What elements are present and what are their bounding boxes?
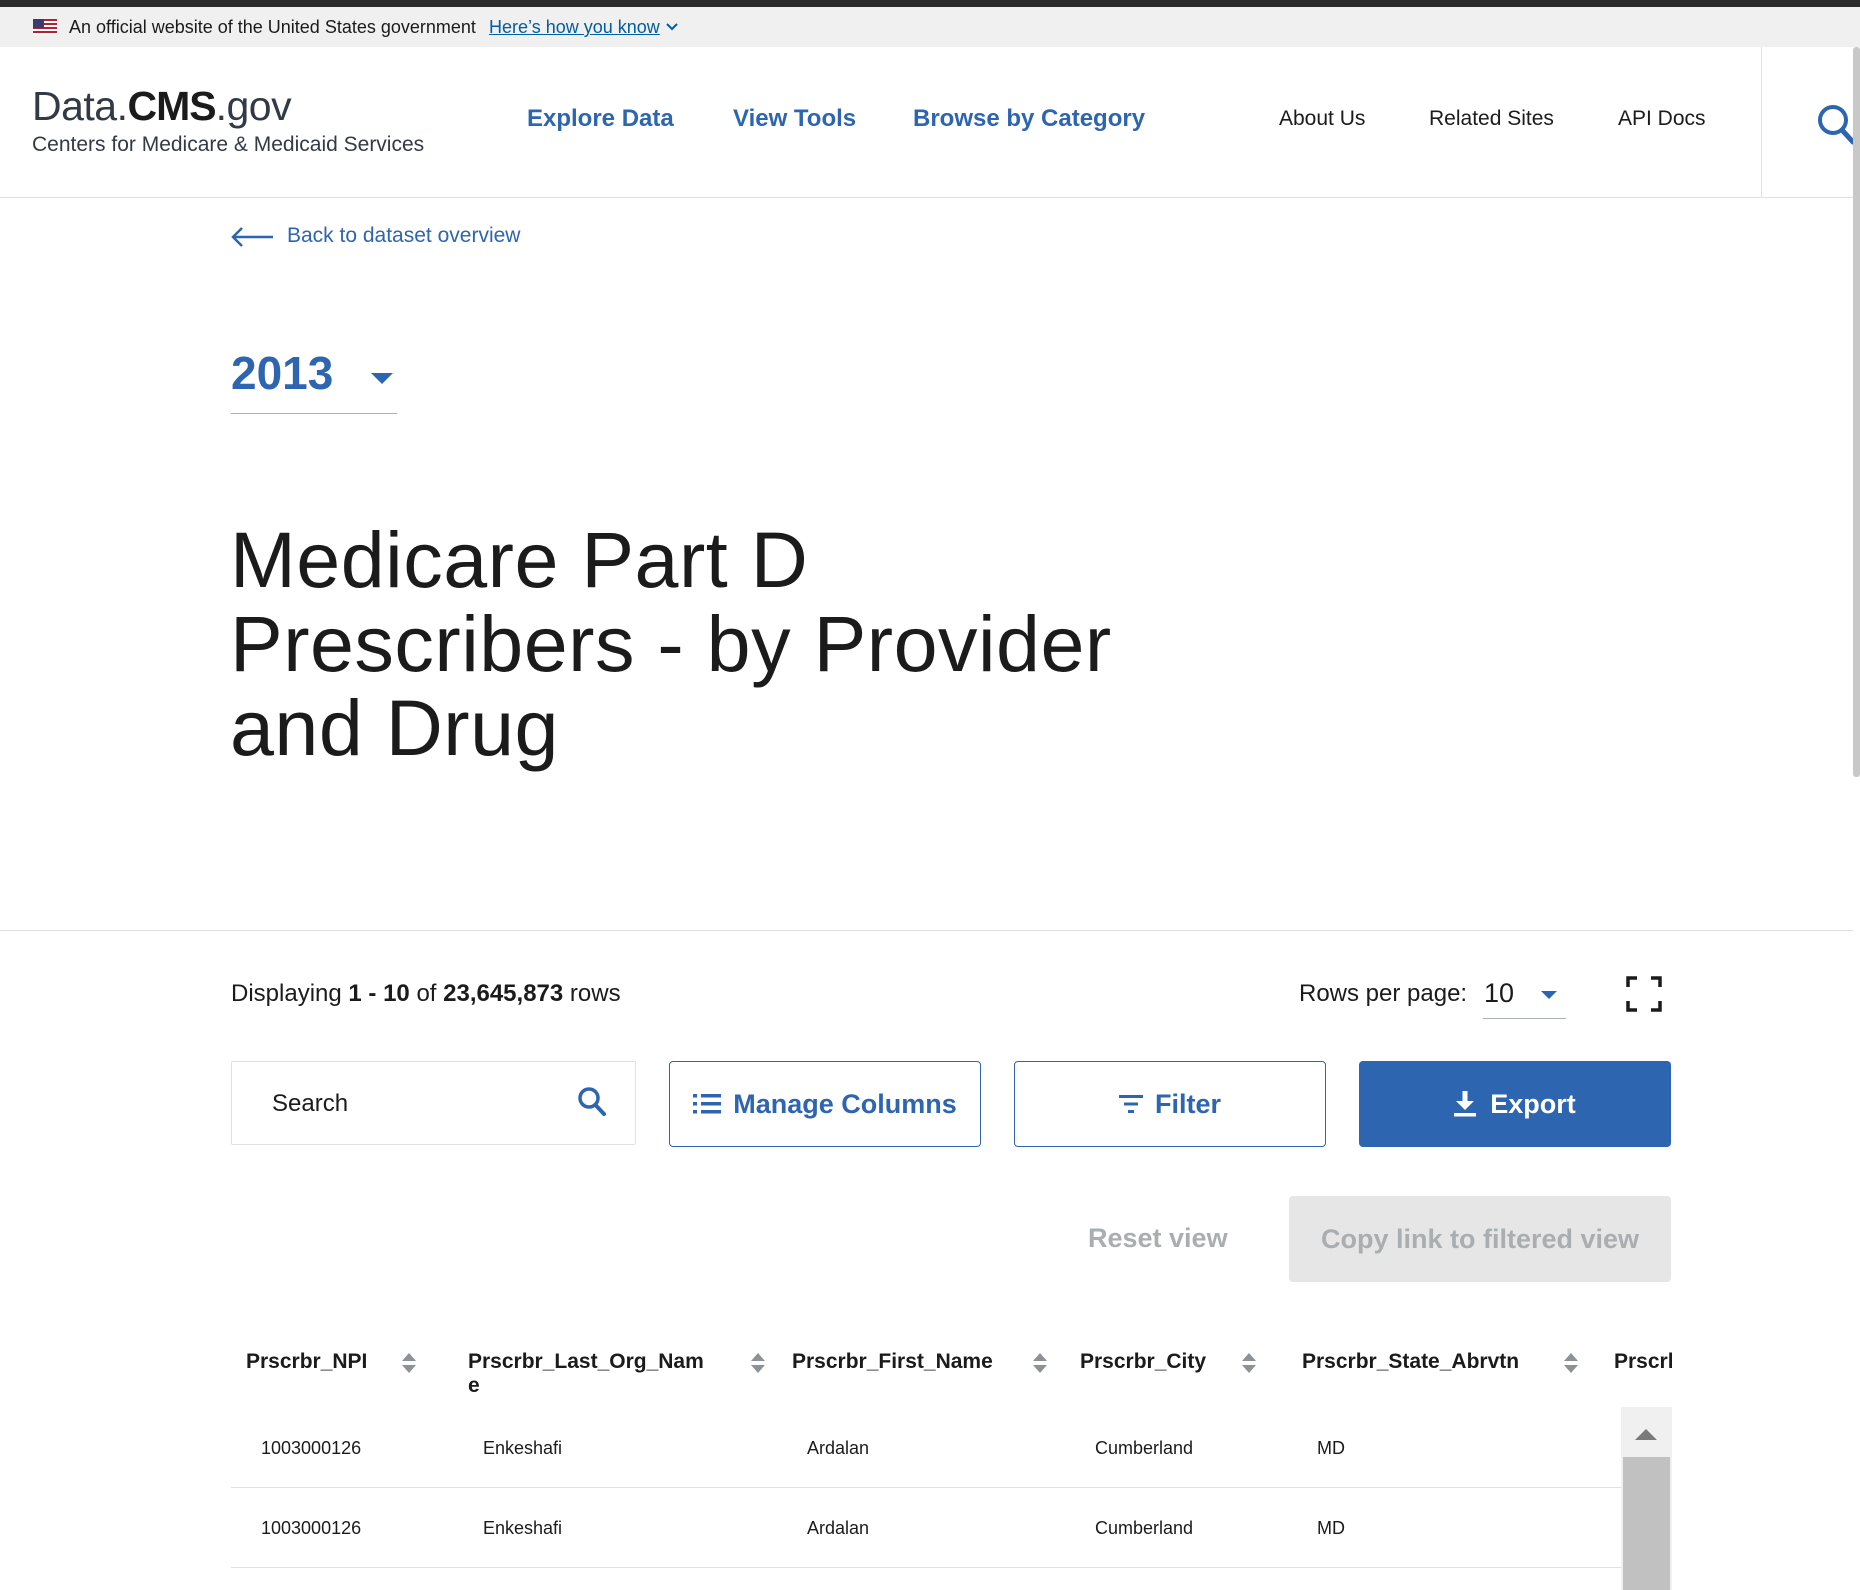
rows-per-page-value: 10 [1484,978,1515,1008]
cell-first-name: Ardalan [807,1518,870,1538]
gov-banner-text: An official website of the United States… [69,17,476,37]
cell-npi: 1003000126 [261,1438,362,1458]
data-table: Prscrbr_NPI Prscrbr_Last_Org_Nam e Prscr… [231,1330,1672,1590]
gov-banner: An official website of the United States… [0,7,1860,47]
logo-text-data: Data. [32,83,128,129]
search-field[interactable] [231,1061,636,1145]
row-range: 1 - 10 [348,980,410,1007]
cell-last-name: Enkeshafi [483,1438,563,1458]
chevron-down-icon[interactable] [665,20,679,34]
export-label: Export [1490,1088,1576,1119]
logo-text-cms: CMS [127,83,217,129]
table-row[interactable]: 1003000126 Enkeshafi Ardalan Cumberland … [231,1488,1621,1568]
nav-browse-by-category[interactable]: Browse by Category [913,105,1145,133]
filter-label: Filter [1154,1088,1221,1119]
reset-view-button[interactable]: Reset view [1088,1223,1228,1254]
arrow-left-icon [231,227,273,247]
column-header-last-org-name-line2: e [468,1374,480,1397]
export-button[interactable]: Export [1359,1061,1671,1147]
page-title: Medicare Part D Prescribers - by Provide… [230,515,1112,772]
sort-icon[interactable] [1564,1353,1578,1375]
search-icon[interactable] [577,1086,607,1118]
manage-columns-label: Manage Columns [733,1088,957,1119]
sort-icon[interactable] [1242,1353,1256,1375]
back-link-label: Back to dataset overview [287,224,521,247]
sort-icon[interactable] [1033,1353,1047,1375]
top-border [0,0,1860,7]
copy-link-label: Copy link to filtered view [1320,1223,1640,1254]
section-divider [0,930,1853,931]
table-scrollbar-thumb[interactable] [1623,1457,1670,1590]
column-header-first-name[interactable]: Prscrbr_First_Name [792,1350,993,1374]
manage-columns-button[interactable]: Manage Columns [669,1061,981,1147]
cell-state: MD [1317,1518,1345,1538]
column-header-last-org-name-line1: Prscrbr_Last_Org_Nam [468,1350,704,1373]
year-select[interactable]: 2013 [231,346,397,414]
us-flag-icon [33,19,57,35]
fullscreen-icon[interactable] [1626,976,1662,1012]
sort-icon[interactable] [402,1353,416,1375]
copy-link-button[interactable]: Copy link to filtered view [1289,1196,1671,1282]
column-header-state[interactable]: Prscrbr_State_Abrvtn [1302,1350,1519,1374]
site-tagline: Centers for Medicare & Medicaid Services [32,133,425,156]
logo-text-gov: .gov [215,83,292,129]
row-total: 23,645,873 [443,980,564,1007]
page-scrollbar[interactable] [1853,47,1860,777]
site-header: Data.CMS.gov Centers for Medicare & Medi… [0,47,1860,198]
year-select-value: 2013 [231,347,334,399]
nav-about-us[interactable]: About Us [1279,107,1365,131]
cell-state: MD [1317,1438,1345,1458]
search-input[interactable] [272,1086,572,1122]
caret-down-icon [1541,991,1557,999]
rows-label: rows [569,980,621,1007]
sort-icon[interactable] [751,1353,765,1375]
column-header-npi[interactable]: Prscrbr_NPI [246,1350,367,1374]
row-count-summary: Displaying 1 - 10 of 23,645,873 rows [231,980,621,1008]
cell-city: Cumberland [1095,1438,1194,1458]
filter-button[interactable]: Filter [1014,1061,1326,1147]
cell-city: Cumberland [1095,1518,1194,1538]
filter-icon [1118,1095,1143,1113]
table-row[interactable]: 1003000126 Enkeshafi Ardalan Cumberland … [231,1408,1621,1488]
nav-api-docs[interactable]: API Docs [1618,107,1706,131]
heres-how-you-know-link[interactable]: Here’s how you know [489,17,660,38]
cell-last-name: Enkeshafi [483,1518,563,1538]
scroll-up-icon[interactable] [1635,1429,1657,1440]
header-divider [1761,47,1762,198]
table-scrollbar[interactable] [1621,1407,1672,1590]
cell-npi: 1003000126 [261,1518,362,1538]
column-header-city[interactable]: Prscrbr_City [1080,1350,1206,1374]
download-icon [1454,1091,1477,1117]
column-header-truncated[interactable]: Prscrl [1614,1350,1672,1374]
list-icon [693,1094,722,1114]
nav-related-sites[interactable]: Related Sites [1429,107,1554,131]
search-icon[interactable] [1816,101,1856,145]
nav-explore-data[interactable]: Explore Data [527,105,674,133]
column-header-last-org-name[interactable]: Prscrbr_Last_Org_Nam e [468,1350,704,1398]
nav-view-tools[interactable]: View Tools [733,105,856,133]
of-label: of [416,980,437,1007]
rows-per-page-label: Rows per page: [1299,980,1468,1007]
cell-first-name: Ardalan [807,1438,870,1458]
site-logo[interactable]: Data.CMS.gov [32,83,292,130]
caret-down-icon [371,373,393,384]
displaying-label: Displaying [231,980,342,1007]
rows-per-page-select[interactable]: 10 [1483,972,1566,1019]
